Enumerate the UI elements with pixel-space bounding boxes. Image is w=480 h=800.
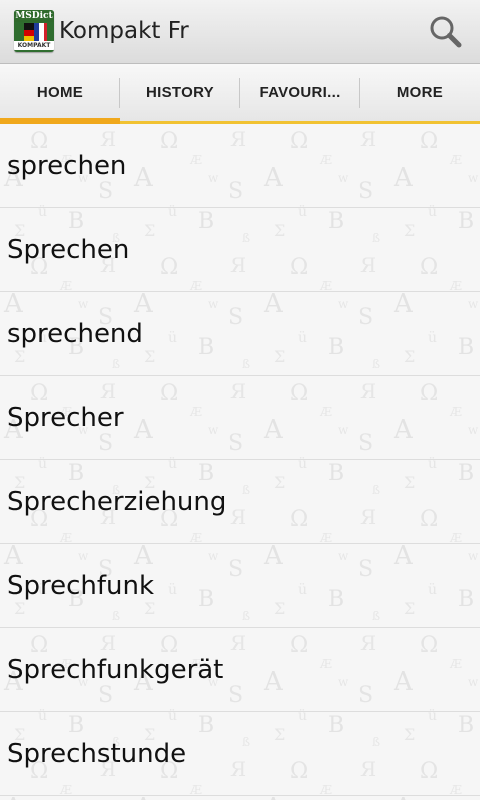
tab-more-label: MORE xyxy=(396,84,444,101)
word-list[interactable]: Ω Я Æ A w S ü B Σ ß sprechen Sprechen sp… xyxy=(0,124,480,800)
list-item[interactable]: Sprechfunkgerät xyxy=(0,628,480,712)
list-item[interactable]: Sprechen xyxy=(0,208,480,292)
word-label: sprechend xyxy=(7,318,143,349)
list-item[interactable]: Sprecherziehung xyxy=(0,460,480,544)
tab-more[interactable]: MORE xyxy=(360,64,480,121)
word-label: Sprechen xyxy=(7,234,130,265)
word-label: Sprechstunde xyxy=(7,738,187,769)
list-item[interactable]: sprechend xyxy=(0,292,480,376)
flags-icon xyxy=(24,23,47,43)
search-icon xyxy=(430,16,462,48)
app-logo-icon[interactable]: MSDict KOMPAKT xyxy=(14,10,54,52)
search-button[interactable] xyxy=(426,12,466,52)
tab-favourites[interactable]: FAVOURI... xyxy=(240,64,360,121)
app-logo-brand: MSDict xyxy=(14,10,54,22)
list-item[interactable]: Sprecher xyxy=(0,376,480,460)
word-label: Sprecher xyxy=(7,402,124,433)
app-title: Kompakt Fr xyxy=(59,18,189,44)
tab-home-label: HOME xyxy=(36,84,84,101)
word-label: Sprecherziehung xyxy=(7,486,227,517)
list-item[interactable]: sprechen xyxy=(0,124,480,208)
tab-bar: HOME HISTORY FAVOURI... MORE xyxy=(0,64,480,124)
tab-history-label: HISTORY xyxy=(146,84,214,101)
app-logo-caption: KOMPAKT xyxy=(14,41,54,50)
word-label: Sprechfunkgerät xyxy=(7,654,224,685)
tab-favourites-label: FAVOURI... xyxy=(259,84,341,101)
list-item[interactable]: Sprechfunk xyxy=(0,544,480,628)
word-label: sprechen xyxy=(7,150,127,181)
action-bar: MSDict KOMPAKT Kompakt Fr xyxy=(0,0,480,64)
list-item[interactable]: Sprechstunde xyxy=(0,712,480,796)
tab-home[interactable]: HOME xyxy=(0,64,120,124)
word-label: Sprechfunk xyxy=(7,570,155,601)
tab-history[interactable]: HISTORY xyxy=(120,64,240,121)
